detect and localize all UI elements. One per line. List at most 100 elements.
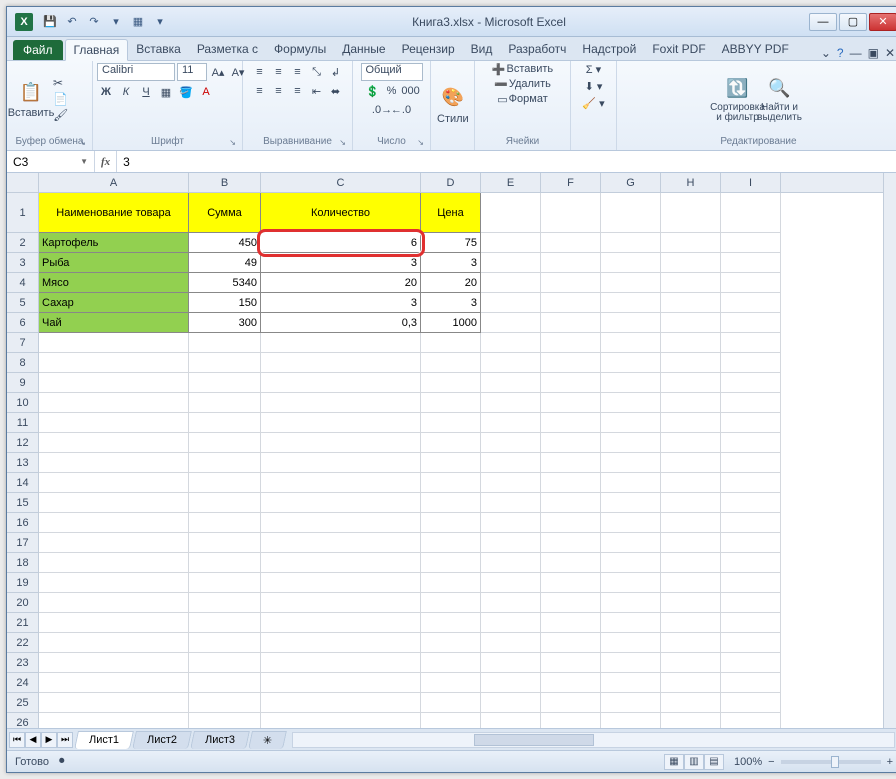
cell-E2[interactable] (481, 233, 541, 253)
formula-input[interactable]: 3 (117, 151, 896, 172)
cell-D10[interactable] (421, 393, 481, 413)
cell-C14[interactable] (261, 473, 421, 493)
horizontal-scrollbar[interactable] (292, 732, 895, 748)
launcher-icon[interactable]: ↘ (229, 138, 236, 147)
cell-C13[interactable] (261, 453, 421, 473)
cell-E24[interactable] (481, 673, 541, 693)
col-header-F[interactable]: F (541, 173, 601, 192)
cell-C17[interactable] (261, 533, 421, 553)
row-header[interactable]: 5 (7, 293, 38, 313)
doc-close-icon[interactable]: ✕ (885, 46, 895, 60)
cell-I21[interactable] (721, 613, 781, 633)
cell-E23[interactable] (481, 653, 541, 673)
cell-B18[interactable] (189, 553, 261, 573)
cell-C25[interactable] (261, 693, 421, 713)
align-center-icon[interactable]: ≡ (270, 82, 288, 100)
cell-F21[interactable] (541, 613, 601, 633)
cell-I22[interactable] (721, 633, 781, 653)
cell-F3[interactable] (541, 253, 601, 273)
cell-G16[interactable] (601, 513, 661, 533)
row-header[interactable]: 18 (7, 553, 38, 573)
border-button[interactable]: ▦ (157, 83, 175, 101)
cell-D16[interactable] (421, 513, 481, 533)
cell-A19[interactable] (39, 573, 189, 593)
cell-B13[interactable] (189, 453, 261, 473)
underline-button[interactable]: Ч (137, 83, 155, 101)
cell-E14[interactable] (481, 473, 541, 493)
cell-B12[interactable] (189, 433, 261, 453)
cell-E26[interactable] (481, 713, 541, 728)
cell-H12[interactable] (661, 433, 721, 453)
cell-C7[interactable] (261, 333, 421, 353)
cell-F5[interactable] (541, 293, 601, 313)
row-header[interactable]: 1 (7, 193, 38, 233)
cell-E20[interactable] (481, 593, 541, 613)
cell-B9[interactable] (189, 373, 261, 393)
comma-icon[interactable]: 000 (402, 82, 420, 100)
cell-E25[interactable] (481, 693, 541, 713)
row-header[interactable]: 11 (7, 413, 38, 433)
cell-H26[interactable] (661, 713, 721, 728)
cell-F7[interactable] (541, 333, 601, 353)
cell-F22[interactable] (541, 633, 601, 653)
redo-icon[interactable]: ↷ (85, 13, 103, 31)
cell-I25[interactable] (721, 693, 781, 713)
col-header-B[interactable]: B (189, 173, 261, 192)
cell-H11[interactable] (661, 413, 721, 433)
cell-B19[interactable] (189, 573, 261, 593)
cell-A8[interactable] (39, 353, 189, 373)
cell-C21[interactable] (261, 613, 421, 633)
cell-I3[interactable] (721, 253, 781, 273)
italic-button[interactable]: К (117, 83, 135, 101)
cell-F25[interactable] (541, 693, 601, 713)
last-sheet-button[interactable]: ⏭ (57, 732, 73, 748)
cell-C4[interactable]: 20 (261, 273, 421, 293)
row-header[interactable]: 16 (7, 513, 38, 533)
row-header[interactable]: 19 (7, 573, 38, 593)
next-sheet-button[interactable]: ▶ (41, 732, 57, 748)
cell-B15[interactable] (189, 493, 261, 513)
cell-E11[interactable] (481, 413, 541, 433)
copy-icon[interactable]: 📄 (53, 92, 68, 106)
cell-B8[interactable] (189, 353, 261, 373)
cell-G17[interactable] (601, 533, 661, 553)
cell-F14[interactable] (541, 473, 601, 493)
cell-A2[interactable]: Картофель (39, 233, 189, 253)
cell-I15[interactable] (721, 493, 781, 513)
cell-G5[interactable] (601, 293, 661, 313)
cell-D23[interactable] (421, 653, 481, 673)
cell-A22[interactable] (39, 633, 189, 653)
cell-A13[interactable] (39, 453, 189, 473)
row-header[interactable]: 15 (7, 493, 38, 513)
cell-G1[interactable] (601, 193, 661, 233)
cell-C22[interactable] (261, 633, 421, 653)
cell-F17[interactable] (541, 533, 601, 553)
cut-icon[interactable]: ✂ (53, 76, 68, 90)
cell-F10[interactable] (541, 393, 601, 413)
row-header[interactable]: 2 (7, 233, 38, 253)
row-header[interactable]: 26 (7, 713, 38, 728)
col-header-A[interactable]: A (39, 173, 189, 192)
minimize-button[interactable]: — (809, 13, 837, 31)
cell-F8[interactable] (541, 353, 601, 373)
cell-D13[interactable] (421, 453, 481, 473)
cell-D19[interactable] (421, 573, 481, 593)
cell-H8[interactable] (661, 353, 721, 373)
row-header[interactable]: 22 (7, 633, 38, 653)
cell-E15[interactable] (481, 493, 541, 513)
ribbon-minimize-icon[interactable]: ⌄ (821, 46, 831, 60)
ribbon-tab-1[interactable]: Вставка (128, 39, 189, 60)
font-size-select[interactable]: 11 (177, 63, 207, 81)
cell-B5[interactable]: 150 (189, 293, 261, 313)
percent-icon[interactable]: % (383, 82, 401, 100)
cell-A14[interactable] (39, 473, 189, 493)
macro-record-icon[interactable]: ⏺ (59, 755, 65, 768)
normal-view-button[interactable]: ▦ (664, 754, 684, 770)
cell-G6[interactable] (601, 313, 661, 333)
cell-H20[interactable] (661, 593, 721, 613)
cell-B24[interactable] (189, 673, 261, 693)
zoom-out-button[interactable]: − (768, 756, 774, 768)
zoom-in-button[interactable]: + (887, 756, 893, 768)
cell-C20[interactable] (261, 593, 421, 613)
cell-F23[interactable] (541, 653, 601, 673)
